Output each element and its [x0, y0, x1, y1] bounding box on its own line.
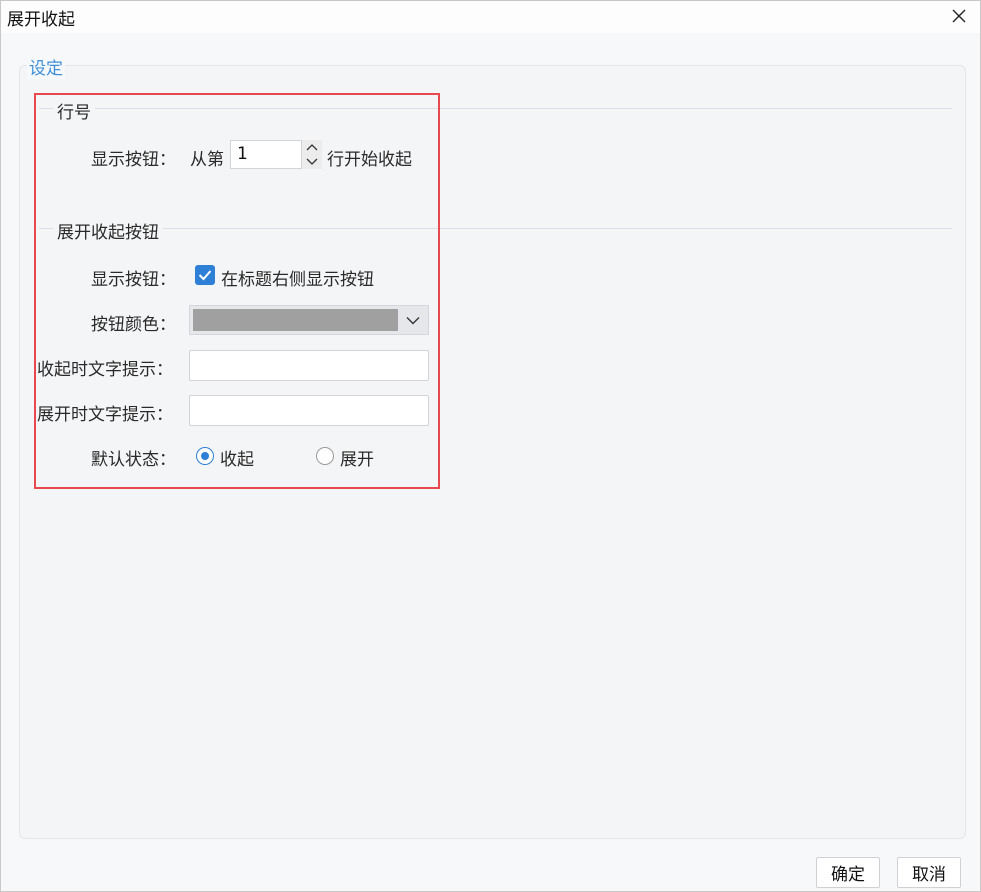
settings-legend: 设定	[27, 54, 65, 79]
cancel-button[interactable]: 取消	[897, 857, 961, 888]
title-bar: 展开收起	[1, 1, 980, 33]
ok-button[interactable]: 确定	[816, 857, 880, 888]
highlight-annotation-box	[34, 93, 440, 489]
close-button[interactable]	[946, 3, 972, 29]
dialog-title: 展开收起	[7, 10, 75, 30]
expand-collapse-dialog: 展开收起 设定 行号 显示按钮： 从第 1 行开始收起 展开收起按钮 显示按钮：…	[0, 0, 981, 892]
close-icon	[952, 9, 966, 23]
